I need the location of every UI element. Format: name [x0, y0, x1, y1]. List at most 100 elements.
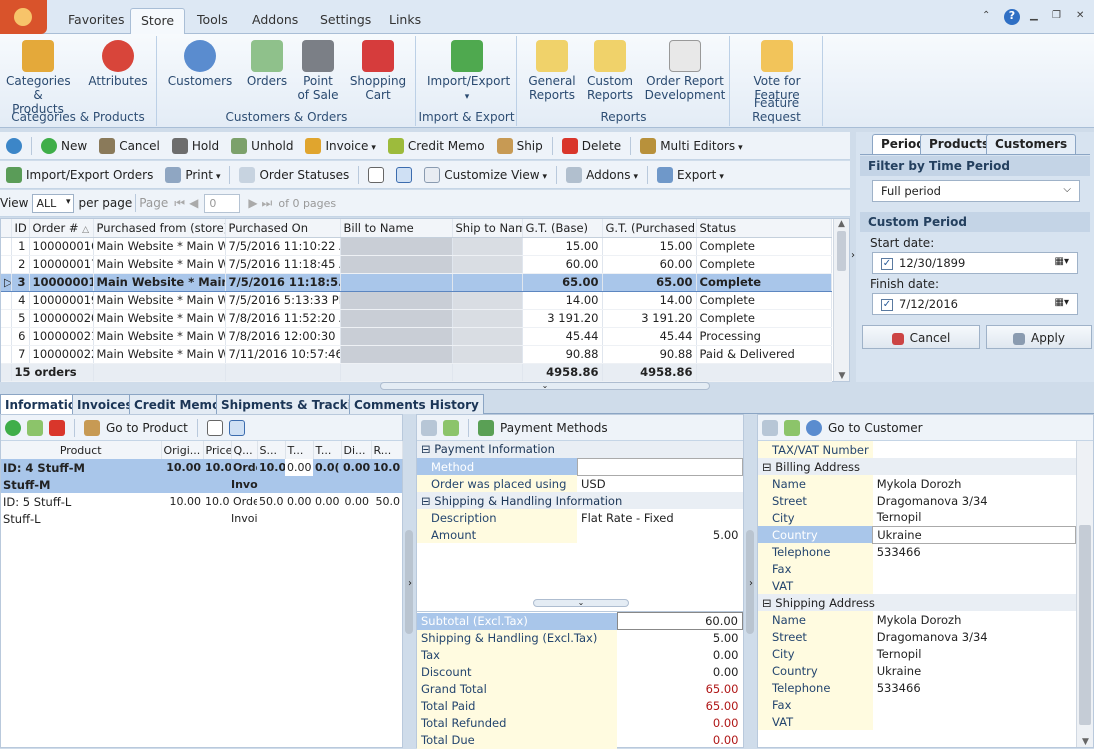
cell[interactable]: Main Website * Main W...	[93, 327, 226, 346]
cell[interactable]: 0.00	[313, 493, 341, 510]
table-row[interactable]: ID: 5 Stuff-L 10.00 10.0 Orde 50.0 0.00 0.00 0.…	[1, 493, 402, 510]
field-value[interactable]	[873, 713, 1076, 730]
cell[interactable]: Complete	[696, 291, 832, 310]
cell[interactable]: Main Website * Main...	[93, 272, 226, 292]
cell[interactable]: Complete	[696, 255, 832, 274]
add-row-icon[interactable]	[421, 419, 437, 436]
cell[interactable]: 10.0	[257, 459, 285, 476]
billing-field[interactable]: City Ternopil	[758, 509, 1076, 526]
cell[interactable]: Main Website * Main W...	[93, 291, 226, 310]
field-value[interactable]: 533466	[873, 679, 1076, 696]
items-header-cell[interactable]: Q...	[231, 441, 258, 459]
cell[interactable]: 100000022	[29, 345, 94, 364]
app-menu-button[interactable]	[0, 0, 47, 34]
cell[interactable]	[452, 309, 523, 328]
table-row[interactable]: 4 100000019 Main Website * Main W... 7/5/20…	[1, 291, 832, 310]
cell[interactable]: 60.00	[522, 255, 603, 274]
cell[interactable]	[452, 272, 523, 292]
cell[interactable]: 7/8/2016 12:00:30 PM	[225, 327, 341, 346]
item-name[interactable]: ID: 4 Stuff-M	[1, 459, 161, 476]
cell[interactable]: 3 191.20	[522, 309, 603, 328]
cell[interactable]: Main Website * Main W...	[93, 255, 226, 274]
cell[interactable]	[340, 345, 453, 364]
cell[interactable]: 0.00	[341, 459, 371, 476]
payment-info-section[interactable]: ⊟ Payment Information	[417, 441, 743, 458]
header-id[interactable]: ID	[11, 219, 30, 238]
multi-editors-button[interactable]: Multi Editors	[634, 137, 748, 154]
new-button[interactable]: New	[35, 137, 93, 154]
vote-feature-button[interactable]: Vote for Feature	[745, 40, 809, 102]
cell[interactable]: Complete	[696, 237, 832, 256]
header-status[interactable]: Status	[696, 219, 832, 238]
add-row-icon[interactable]	[762, 419, 778, 436]
finish-date-checkbox[interactable]: ✓	[881, 298, 893, 311]
cell[interactable]	[340, 309, 453, 328]
cell[interactable]: Complete	[696, 309, 832, 328]
shipping-field[interactable]: Country Ukraine	[758, 662, 1076, 679]
cell[interactable]: 0.00	[285, 459, 313, 476]
cell[interactable]	[340, 255, 453, 274]
customers-button[interactable]: Customers	[162, 40, 238, 88]
tab-customers[interactable]: Customers	[986, 134, 1077, 154]
cell[interactable]: 10.0	[203, 493, 231, 510]
invoice-button[interactable]: Invoice	[299, 137, 381, 154]
cell[interactable]: 100000018	[29, 272, 94, 292]
cell[interactable]: 6	[11, 327, 30, 346]
shipping-field[interactable]: Name Mykola Dorozh	[758, 611, 1076, 628]
field-value[interactable]: Mykola Dorozh	[873, 611, 1076, 628]
billing-field[interactable]: VAT	[758, 577, 1076, 594]
cell[interactable]: 4	[11, 291, 30, 310]
method-row[interactable]: Method	[417, 457, 743, 476]
cell[interactable]: 10.00	[161, 459, 203, 476]
attributes-button[interactable]: Attributes	[88, 40, 148, 88]
tab-addons[interactable]: Addons	[242, 8, 308, 34]
cell[interactable]: 7	[11, 345, 30, 364]
order-statuses-button[interactable]: Order Statuses	[233, 166, 355, 183]
billing-field[interactable]: Name Mykola Dorozh	[758, 475, 1076, 492]
cell[interactable]: Paid & Delivered	[696, 345, 832, 364]
cell[interactable]: 7/8/2016 11:52:20 AM	[225, 309, 341, 328]
items-header-cell[interactable]: T...	[313, 441, 342, 459]
cell[interactable]: 0.0(	[313, 459, 341, 476]
table-row[interactable]: 2 100000017 Main Website * Main W... 7/5/20…	[1, 255, 832, 274]
items-header-cell[interactable]: T...	[285, 441, 314, 459]
grid-scrollbar[interactable]: ▲ ▼	[833, 219, 849, 381]
header-purchased-on[interactable]: Purchased On	[225, 219, 341, 238]
shipping-info-section[interactable]: ⊟ Shipping & Handling Information	[417, 492, 743, 509]
finish-date-input[interactable]: ✓ 7/12/2016 ▦▾	[872, 293, 1078, 315]
field-value[interactable]: Dragomanova 3/34	[873, 628, 1076, 645]
custom-reports-button[interactable]: Custom Reports	[582, 40, 638, 102]
export-button[interactable]: Export	[651, 166, 730, 183]
cell[interactable]	[452, 345, 523, 364]
shopping-cart-button[interactable]: Shopping Cart	[348, 40, 408, 102]
cell[interactable]: Complete	[696, 272, 832, 292]
field-value[interactable]	[873, 577, 1076, 594]
cell[interactable]: Processing	[696, 327, 832, 346]
cell[interactable]: 100000021	[29, 327, 94, 346]
cell[interactable]: 65.00	[522, 272, 603, 292]
import-export-button[interactable]: Import/Export ▾	[427, 40, 510, 104]
cell[interactable]: 0.00	[285, 493, 313, 510]
scroll-down-icon[interactable]: ▼	[834, 371, 850, 381]
cell[interactable]: 100000020	[29, 309, 94, 328]
calendar-icon[interactable]: ▦▾	[1055, 297, 1069, 308]
cell[interactable]: 45.44	[522, 327, 603, 346]
shipping-field[interactable]: Telephone 533466	[758, 679, 1076, 696]
import-export-orders-button[interactable]: Import/Export Orders	[0, 166, 159, 183]
delete-icon[interactable]	[49, 419, 65, 436]
cell[interactable]: 7/11/2016 10:57:46...	[225, 345, 341, 364]
add-icon[interactable]	[5, 419, 21, 436]
scroll-up-icon[interactable]: ▲	[834, 219, 849, 229]
order-report-development-button[interactable]: Order Report Development	[642, 40, 728, 102]
shipping-field[interactable]: City Ternopil	[758, 645, 1076, 662]
table-row[interactable]: 5 100000020 Main Website * Main W... 7/8/20…	[1, 309, 832, 328]
help-icon[interactable]: ?	[1004, 9, 1020, 25]
billing-field[interactable]: Country Ukraine	[758, 525, 1076, 544]
orders-button[interactable]: Orders	[246, 40, 288, 88]
edit-icon[interactable]	[443, 419, 459, 436]
table-row[interactable]: 7 100000022 Main Website * Main W... 7/11/2…	[1, 345, 832, 364]
credit-memo-button[interactable]: Credit Memo	[382, 137, 491, 154]
cell[interactable]: Main Website * Main W...	[93, 345, 226, 364]
tab-settings[interactable]: Settings	[310, 8, 381, 34]
cell[interactable]: 10.00	[161, 493, 203, 510]
